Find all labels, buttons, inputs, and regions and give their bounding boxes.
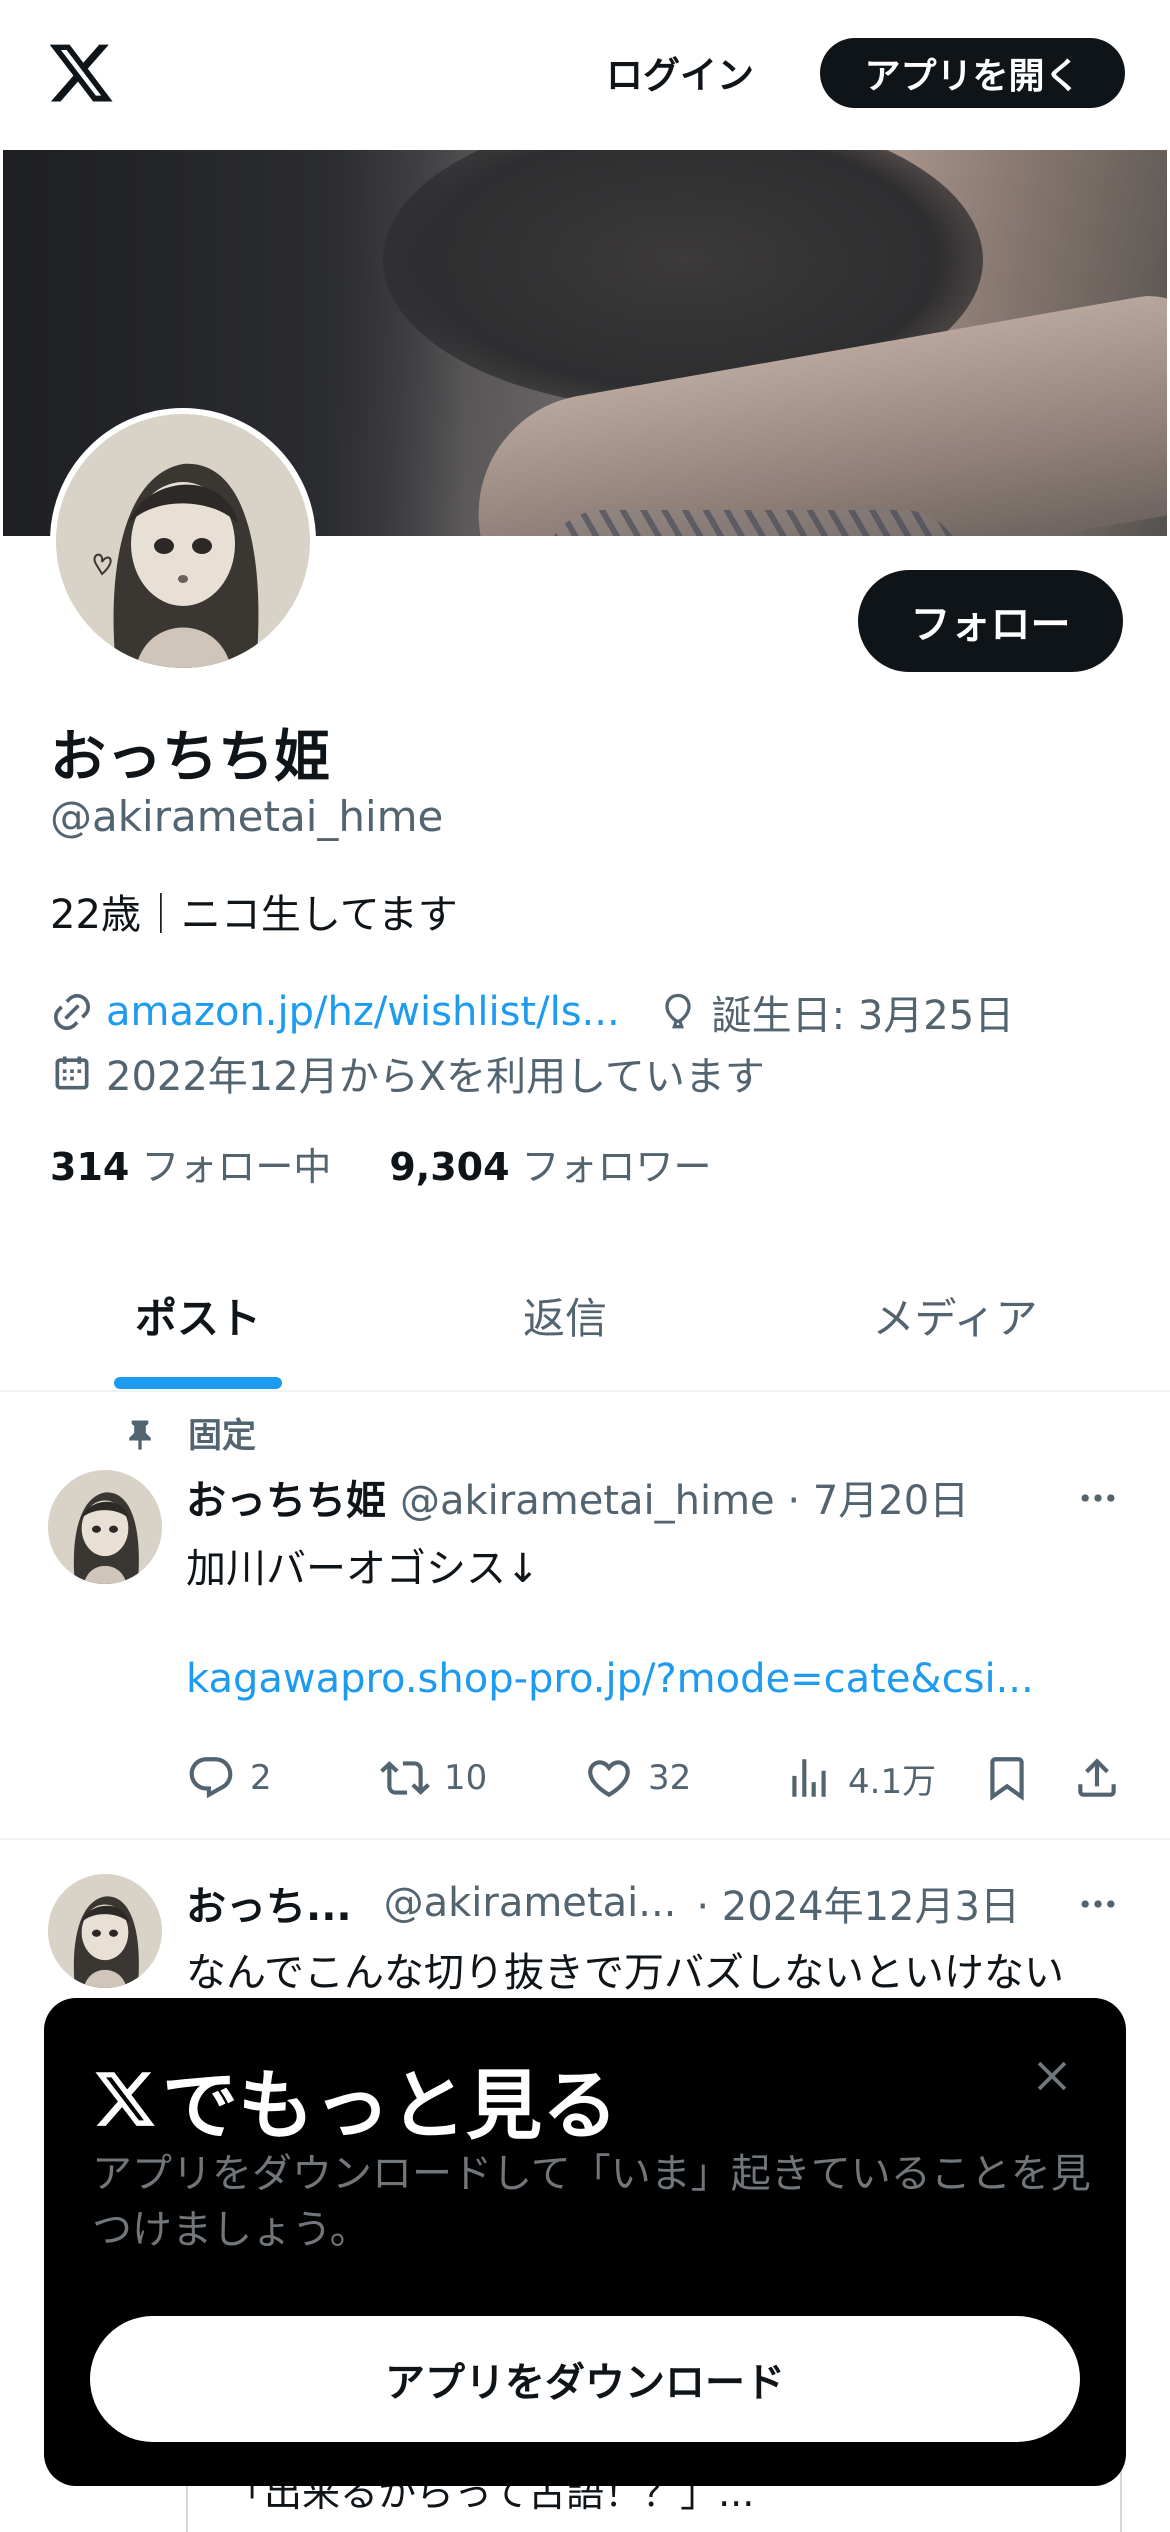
balloon-icon [656, 990, 700, 1034]
following-stat[interactable]: 314 フォロー中 [50, 1136, 331, 1191]
like-count: 32 [648, 1758, 692, 1798]
pinned-label: 固定 [188, 1416, 256, 1456]
post-author-name[interactable]: おっち... [186, 1874, 352, 1932]
repost-icon [380, 1753, 430, 1803]
pinned-indicator: 固定 [120, 1408, 256, 1457]
repost-count: 10 [444, 1758, 488, 1798]
views-button[interactable]: 4.1万 [784, 1748, 936, 1808]
follow-button[interactable]: フォロー [858, 570, 1123, 672]
calendar-icon [50, 1051, 94, 1095]
views-icon [784, 1753, 834, 1803]
post-avatar-sketch [48, 1470, 162, 1584]
top-bar: ログイン アプリを開く [0, 0, 1170, 150]
post-author-name[interactable]: おっちち姫 [186, 1468, 386, 1526]
download-app-button[interactable]: アプリをダウンロード [90, 2316, 1080, 2442]
profile-stats: 314 フォロー中 9,304 フォロワー [50, 1136, 770, 1191]
more-icon[interactable] [1070, 1876, 1126, 1932]
post-author-handle-date[interactable]: @akirametai_hime · 7月20日 [400, 1468, 969, 1526]
open-app-button[interactable]: アプリを開く [820, 38, 1125, 108]
sheet-title: でもっと見る [92, 2044, 618, 2154]
reply-count: 2 [250, 1758, 272, 1798]
post-avatar[interactable] [48, 1470, 162, 1584]
post-avatar[interactable] [48, 1874, 162, 1988]
post-divider [0, 1838, 1170, 1840]
following-label: フォロー中 [141, 1145, 332, 1189]
sheet-title-text: でもっと見る [162, 2061, 618, 2150]
followers-stat[interactable]: 9,304 フォロワー [389, 1136, 711, 1191]
link-icon [50, 990, 94, 1034]
reply-button[interactable]: 2 [186, 1748, 272, 1808]
pin-icon [120, 1413, 160, 1453]
post-avatar-sketch [48, 1874, 162, 1988]
tab-posts[interactable]: ポスト [80, 1240, 316, 1390]
banner-tattoo-shape [543, 510, 963, 536]
profile-display-name: おっちち姫 [50, 725, 330, 790]
like-button[interactable]: 32 [584, 1748, 691, 1808]
followers-label: フォロワー [521, 1145, 712, 1189]
tab-replies[interactable]: 返信 [450, 1240, 680, 1390]
avatar-sketch [56, 414, 310, 668]
profile-meta-row: amazon.jp/hz/wishlist/ls... 誕生日: 3月25日 [50, 983, 1014, 1041]
views-count: 4.1万 [848, 1761, 937, 1802]
profile-birthday: 誕生日: 3月25日 [711, 993, 1015, 1039]
active-tab-indicator [114, 1377, 282, 1389]
reply-icon [186, 1753, 236, 1803]
profile-joined-row: 2022年12月からXを利用しています [50, 1044, 765, 1102]
tab-media[interactable]: メディア [840, 1240, 1070, 1390]
following-count: 314 [50, 1145, 130, 1189]
profile-link[interactable]: amazon.jp/hz/wishlist/ls... [106, 989, 620, 1035]
post-author-handle[interactable]: @akirametai... [384, 1880, 677, 1926]
profile-avatar[interactable] [50, 408, 316, 674]
profile-tabs: ポスト 返信 メディア [0, 1240, 1170, 1392]
app-download-sheet: でもっと見る アプリをダウンロードして「いま」起きていることを見つけましょう。 … [44, 1998, 1126, 2486]
like-icon [584, 1753, 634, 1803]
share-button[interactable] [1072, 1748, 1136, 1808]
followers-count: 9,304 [389, 1145, 510, 1189]
login-button[interactable]: ログイン [585, 40, 775, 104]
post-header: おっちち姫 @akirametai_hime · 7月20日 [186, 1468, 969, 1526]
post-text: 加川バーオゴシス↓ [186, 1546, 540, 1592]
post-header: おっち... @akirametai... · 2024年12月3日 [186, 1874, 1020, 1932]
sheet-description: アプリをダウンロードして「いま」起きていることを見つけましょう。 [92, 2151, 1091, 2253]
bookmark-icon [982, 1753, 1032, 1803]
post-text: なんでこんな切り抜きで万バズしないといけない [186, 1950, 1064, 1996]
x-logo-icon [95, 2072, 155, 2126]
post-actions: 2 10 32 4.1万 [186, 1748, 1126, 1808]
profile-handle: @akirametai_hime [50, 792, 444, 841]
profile-bio: 22歳｜ニコ生してます [50, 892, 458, 938]
post-date[interactable]: · 2024年12月3日 [696, 1874, 1020, 1932]
repost-button[interactable]: 10 [380, 1748, 487, 1808]
x-logo-icon[interactable] [46, 38, 116, 108]
close-icon[interactable] [1024, 2048, 1080, 2104]
post-link[interactable]: kagawapro.shop-pro.jp/?mode=cate&csi... [186, 1656, 1034, 1702]
bookmark-button[interactable] [982, 1748, 1046, 1808]
profile-joined-date: 2022年12月からXを利用しています [106, 1054, 765, 1100]
share-icon [1072, 1753, 1122, 1803]
more-icon[interactable] [1070, 1470, 1126, 1526]
